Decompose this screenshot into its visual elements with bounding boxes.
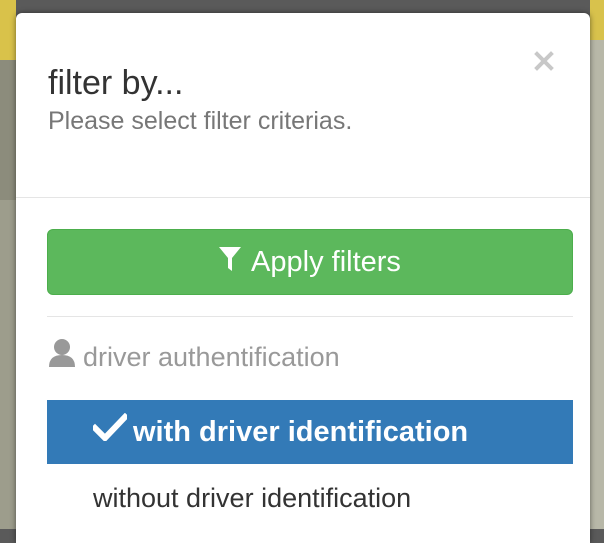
modal-subtitle: Please select filter criterias. [48, 107, 353, 135]
option-with-driver-identification[interactable]: with driver identification [47, 400, 573, 464]
divider [47, 316, 573, 317]
filter-modal: filter by... Please select filter criter… [16, 13, 590, 543]
modal-title: filter by... [48, 64, 184, 102]
apply-filters-label: Apply filters [251, 245, 401, 278]
filter-icon [219, 246, 242, 280]
option-label: with driver identification [133, 415, 469, 448]
background-map-left [0, 0, 16, 529]
close-button[interactable] [530, 47, 558, 75]
option-label: without driver identification [93, 482, 412, 513]
modal-header: filter by... Please select filter criter… [16, 13, 590, 198]
filter-group-label: driver authentification [83, 341, 340, 372]
close-icon [534, 51, 554, 71]
user-icon [47, 338, 77, 375]
background-map-right [590, 0, 604, 529]
checkmark-icon [90, 412, 130, 449]
apply-filters-button[interactable]: Apply filters [47, 229, 573, 295]
option-without-driver-identification[interactable]: without driver identification [47, 477, 573, 519]
filter-group-header: driver authentification [47, 338, 340, 375]
